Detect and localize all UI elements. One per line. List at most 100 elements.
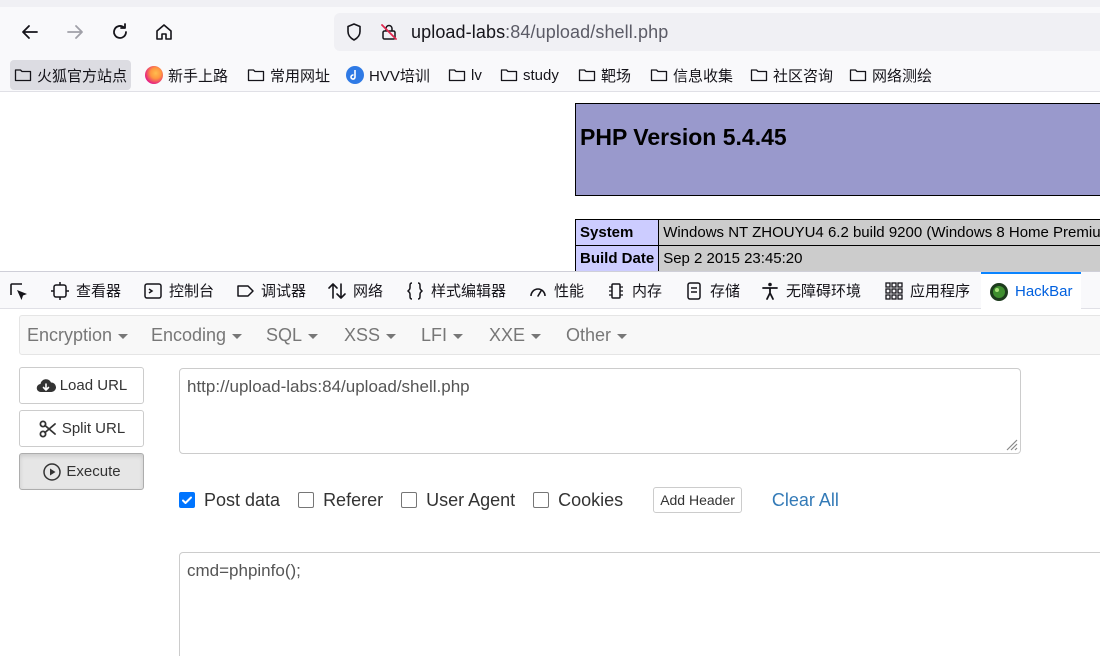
tab-application[interactable]: 应用程序 bbox=[884, 272, 970, 309]
post-data-checkbox[interactable]: Post data bbox=[179, 490, 280, 511]
caret-down-icon bbox=[232, 333, 243, 339]
referer-checkbox[interactable]: Referer bbox=[298, 490, 383, 511]
tab-label: 应用程序 bbox=[910, 283, 971, 300]
accessibility-icon bbox=[762, 282, 778, 300]
tab-debugger[interactable]: 调试器 bbox=[235, 272, 306, 309]
bookmark-lv[interactable]: lv bbox=[444, 60, 486, 90]
user-agent-checkbox[interactable]: User Agent bbox=[401, 490, 515, 511]
folder-icon bbox=[750, 69, 768, 82]
tab-accessibility[interactable]: 无障碍环境 bbox=[760, 272, 861, 309]
tab-hackbar[interactable]: HackBar bbox=[981, 272, 1081, 309]
menu-xxe[interactable]: XXE bbox=[489, 325, 542, 346]
storage-icon bbox=[687, 281, 701, 300]
menu-other[interactable]: Other bbox=[566, 325, 628, 346]
element-picker-icon[interactable] bbox=[8, 281, 30, 303]
scissors-icon bbox=[39, 420, 56, 437]
menu-xss[interactable]: XSS bbox=[344, 325, 397, 346]
bookmark-label: 常用网址 bbox=[270, 67, 331, 85]
phpinfo-header: PHP Version 5.4.45 bbox=[575, 103, 1100, 196]
menu-encoding[interactable]: Encoding bbox=[151, 325, 243, 346]
table-row: Build Date Sep 2 2015 23:45:20 bbox=[574, 245, 1100, 271]
table-value: Sep 2 2015 23:45:20 bbox=[658, 245, 1100, 271]
tab-memory[interactable]: 内存 bbox=[606, 272, 662, 309]
url-host: upload-labs bbox=[411, 22, 506, 42]
options-row: Post data Referer User Agent Cookies Add… bbox=[179, 487, 839, 513]
tab-label: 调试器 bbox=[261, 283, 307, 300]
tab-performance[interactable]: 性能 bbox=[528, 272, 584, 309]
bookmark-study[interactable]: study bbox=[496, 60, 563, 90]
tab-label: 无障碍环境 bbox=[786, 283, 862, 300]
home-button[interactable] bbox=[150, 18, 178, 46]
url-path: :84/upload/shell.php bbox=[505, 22, 669, 42]
bookmark-hvv-training[interactable]: HVV培训 bbox=[342, 60, 434, 90]
split-url-button[interactable]: Split URL bbox=[19, 410, 144, 447]
shield-icon[interactable] bbox=[344, 22, 364, 42]
checkbox-unchecked-icon bbox=[298, 492, 315, 508]
browser-navbar: upload-labs:84/upload/shell.php bbox=[0, 0, 1100, 58]
menu-encryption[interactable]: Encryption bbox=[27, 325, 129, 346]
page-content: PHP Version 5.4.45 System Windows NT ZHO… bbox=[0, 93, 1100, 271]
bookmark-info-gathering[interactable]: 信息收集 bbox=[646, 60, 737, 90]
tab-storage[interactable]: 存储 bbox=[684, 272, 740, 309]
menu-label: XXE bbox=[489, 325, 526, 345]
hackbar-panel: Encryption Encoding SQL XSS LFI XXE Othe… bbox=[0, 309, 1100, 656]
firefox-icon bbox=[145, 66, 163, 84]
menu-label: XSS bbox=[344, 325, 381, 345]
tab-inspector[interactable]: 查看器 bbox=[50, 272, 121, 309]
tab-label: 网络 bbox=[353, 283, 384, 300]
post-data-textarea[interactable]: cmd=phpinfo(); bbox=[179, 552, 1100, 656]
insecure-lock-icon[interactable] bbox=[379, 22, 399, 42]
tab-label: 性能 bbox=[554, 283, 585, 300]
forward-button[interactable] bbox=[61, 18, 89, 46]
bookmark-label: HVV培训 bbox=[369, 67, 430, 85]
cookies-checkbox[interactable]: Cookies bbox=[533, 490, 623, 511]
back-arrow-icon bbox=[22, 25, 38, 39]
resize-handle-icon[interactable] bbox=[1002, 435, 1018, 451]
menu-label: Encryption bbox=[27, 325, 113, 345]
url-textarea[interactable]: http://upload-labs:84/upload/shell.php bbox=[179, 368, 1021, 454]
bookmark-firefox-official[interactable]: 火狐官方站点 bbox=[10, 60, 132, 90]
tab-style-editor[interactable]: 样式编辑器 bbox=[405, 272, 506, 309]
network-icon bbox=[328, 282, 346, 299]
bookmark-common-sites[interactable]: 常用网址 bbox=[243, 60, 334, 90]
checkbox-unchecked-icon bbox=[533, 492, 550, 508]
menu-label: Encoding bbox=[151, 325, 227, 345]
button-label: Split URL bbox=[61, 420, 126, 437]
globe-icon bbox=[346, 66, 364, 84]
bookmarks-bar: 火狐官方站点 新手上路 常用网址 HVV培训 lv study 靶场 信息收集 … bbox=[0, 58, 1100, 92]
tab-network[interactable]: 网络 bbox=[327, 272, 383, 309]
forward-arrow-icon bbox=[67, 25, 83, 39]
bookmark-label: 火狐官方站点 bbox=[37, 67, 128, 85]
execute-button[interactable]: Execute bbox=[19, 453, 144, 490]
bookmark-community[interactable]: 社区咨询 bbox=[746, 60, 837, 90]
caret-down-icon bbox=[386, 333, 397, 339]
checkbox-label: Post data bbox=[204, 489, 281, 510]
tab-strip bbox=[0, 0, 1100, 7]
url-text[interactable]: upload-labs:84/upload/shell.php bbox=[411, 22, 668, 43]
bookmark-range[interactable]: 靶场 bbox=[574, 60, 635, 90]
checkbox-unchecked-icon bbox=[401, 492, 418, 508]
menu-sql[interactable]: SQL bbox=[266, 325, 319, 346]
php-version-title: PHP Version 5.4.45 bbox=[580, 124, 787, 150]
back-button[interactable] bbox=[16, 18, 44, 46]
clear-all-link[interactable]: Clear All bbox=[772, 490, 839, 511]
memory-icon bbox=[609, 282, 623, 299]
folder-icon bbox=[849, 69, 867, 82]
checkbox-label: User Agent bbox=[426, 489, 516, 510]
style-editor-icon bbox=[406, 281, 424, 300]
bookmark-label: 网络测绘 bbox=[872, 67, 933, 85]
load-url-button[interactable]: Load URL bbox=[19, 367, 144, 404]
bookmark-getting-started[interactable]: 新手上路 bbox=[141, 60, 232, 90]
table-row: System Windows NT ZHOUYU4 6.2 build 9200… bbox=[574, 219, 1100, 246]
application-icon bbox=[885, 281, 903, 300]
tab-console[interactable]: 控制台 bbox=[143, 272, 214, 309]
bookmark-cyber-mapping[interactable]: 网络测绘 bbox=[845, 60, 936, 90]
reload-button[interactable] bbox=[106, 18, 134, 46]
home-icon bbox=[156, 24, 172, 40]
post-data-value: cmd=phpinfo(); bbox=[187, 561, 301, 580]
add-header-button[interactable]: Add Header bbox=[653, 487, 742, 513]
caret-down-icon bbox=[531, 333, 542, 339]
address-bar[interactable]: upload-labs:84/upload/shell.php bbox=[334, 13, 1100, 51]
menu-lfi[interactable]: LFI bbox=[421, 325, 464, 346]
checkbox-label: Cookies bbox=[558, 489, 624, 510]
